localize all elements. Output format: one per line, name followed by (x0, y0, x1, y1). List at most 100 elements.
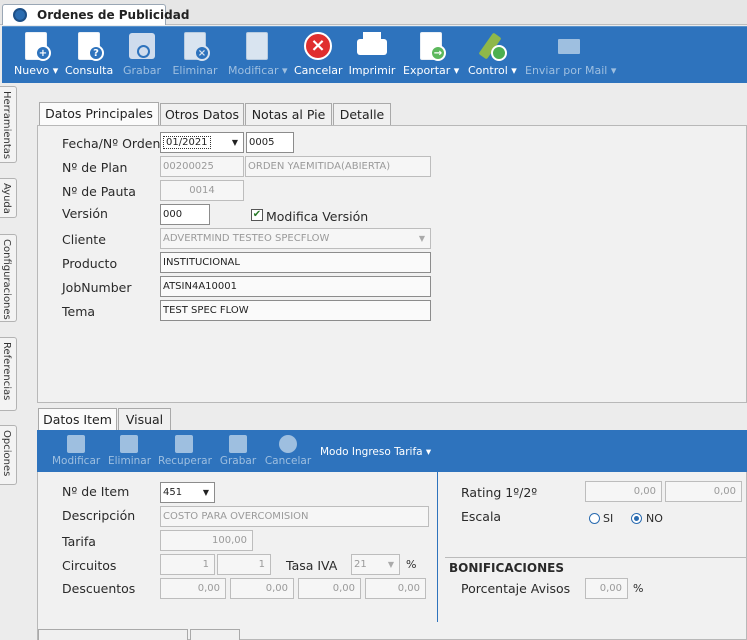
circuitos-input-2[interactable]: 1 (217, 554, 271, 575)
item-recuperar-button[interactable]: Recuperar (158, 435, 212, 471)
bottom-tab-1[interactable] (38, 629, 188, 640)
sidebar-item-configuraciones[interactable]: Configuraciones (0, 234, 17, 322)
descripcion-input[interactable]: COSTO PARA OVERCOMISION (160, 506, 429, 527)
tab-detalle[interactable]: Detalle (333, 103, 391, 127)
plan-input[interactable]: 00200025 (160, 156, 244, 177)
descuento-input-1[interactable]: 0,00 (160, 578, 226, 599)
grabar-label: Grabar (122, 64, 162, 77)
mail-icon (550, 31, 584, 61)
modificar-label: Modificar (228, 64, 279, 77)
side-panel: Herramientas Ayuda Configuraciones Refer… (0, 83, 17, 640)
fecha-select[interactable]: 01/2021 ▼ (160, 132, 244, 153)
tasa-iva-select[interactable]: 21 ▼ (351, 554, 400, 575)
cliente-value: ADVERTMIND TESTEO SPECFLOW (163, 233, 330, 244)
sidebar-item-opciones[interactable]: Opciones (0, 425, 17, 485)
cliente-label: Cliente (62, 232, 106, 247)
consulta-button[interactable]: ? Consulta (65, 31, 113, 81)
nro-item-value: 451 (163, 487, 183, 498)
eliminar-label: Eliminar (172, 64, 218, 77)
descuento-input-4[interactable]: 0,00 (365, 578, 426, 599)
imprimir-label: Imprimir (348, 64, 396, 77)
sidebar-item-ayuda[interactable]: Ayuda (0, 178, 17, 218)
escala-si-radio[interactable] (589, 513, 600, 524)
plan-label: Nº de Plan (62, 160, 128, 175)
rating-input-2[interactable]: 0,00 (665, 481, 742, 502)
bottom-tab-2[interactable] (190, 629, 240, 640)
bonificaciones-divider (445, 557, 747, 558)
escala-si-label: SI (603, 512, 614, 525)
descuentos-label: Descuentos (62, 581, 136, 596)
item-cancelar-button[interactable]: Cancelar (264, 435, 312, 471)
porcentaje-avisos-label: Porcentaje Avisos (461, 581, 571, 596)
porcentaje-avisos-input[interactable]: 0,00 (585, 578, 628, 599)
delete-icon (120, 435, 138, 453)
delete-document-icon: × (178, 31, 212, 61)
tab-datos-item[interactable]: Datos Item (38, 408, 117, 431)
nuevo-button[interactable]: + Nuevo ▾ (14, 31, 58, 81)
descuento-input-3[interactable]: 0,00 (298, 578, 361, 599)
sidebar-item-herramientas[interactable]: Herramientas (0, 86, 17, 163)
imprimir-button[interactable]: Imprimir (348, 31, 396, 81)
rating-input-1[interactable]: 0,00 (585, 481, 662, 502)
sidebar-item-referencias[interactable]: Referencias (0, 337, 17, 411)
escala-no-label: NO (646, 512, 663, 525)
circuitos-input-1[interactable]: 1 (160, 554, 215, 575)
item-eliminar-button[interactable]: Eliminar (108, 435, 151, 471)
tarifa-input[interactable]: 100,00 (160, 530, 253, 551)
bonificaciones-title: BONIFICACIONES (449, 561, 564, 575)
modificar-button[interactable]: Modificar ▾ (228, 31, 288, 81)
control-pen-icon (475, 31, 509, 61)
control-label: Control (468, 64, 508, 77)
chevron-down-icon: ▼ (202, 488, 210, 497)
chevron-down-icon: ▼ (231, 138, 239, 147)
pauta-label: Nº de Pauta (62, 184, 136, 199)
modifica-version-checkbox[interactable]: ✔ (251, 209, 263, 221)
fecha-label: Fecha/Nº Orden (62, 136, 161, 151)
jobnumber-input[interactable]: ATSIN4A10001 (160, 276, 431, 297)
control-button[interactable]: Control ▾ (468, 31, 517, 81)
descripcion-label: Descripción (62, 508, 136, 523)
app-logo-icon (13, 8, 27, 22)
cliente-select[interactable]: ADVERTMIND TESTEO SPECFLOW ▼ (160, 228, 431, 249)
tasa-iva-value: 21 (354, 559, 367, 570)
chevron-down-icon: ▼ (387, 560, 395, 569)
save-disk-icon (125, 31, 159, 61)
consulta-label: Consulta (65, 64, 114, 77)
grabar-button[interactable]: Grabar (121, 31, 163, 81)
document-tab-ordenes[interactable]: Ordenes de Publicidad (2, 4, 189, 25)
modifica-version-label: Modifica Versión (266, 209, 369, 224)
item-grabar-button[interactable]: Grabar (219, 435, 257, 471)
item-toolbar: Modificar Eliminar Recuperar Grabar Canc… (37, 430, 747, 472)
modo-ingreso-tarifa-dropdown[interactable]: Modo Ingreso Tarifa ▾ (320, 446, 431, 458)
porcentaje-unit: % (633, 582, 644, 595)
item-modificar-button[interactable]: Modificar (52, 435, 100, 471)
producto-input[interactable]: INSTITUCIONAL (160, 252, 431, 273)
cancel-icon (279, 435, 297, 453)
rating-label: Rating 1º/2º (461, 485, 538, 500)
escala-no-radio[interactable] (631, 513, 642, 524)
tab-visual[interactable]: Visual (118, 408, 171, 431)
eliminar-button[interactable]: × Eliminar (172, 31, 218, 81)
orden-input[interactable]: 0005 (246, 132, 294, 153)
nro-item-select[interactable]: 451 ▼ (160, 482, 215, 503)
edit-document-icon (240, 31, 274, 61)
escala-label: Escala (461, 509, 502, 524)
circuitos-label: Circuitos (62, 558, 117, 573)
tab-notas-al-pie[interactable]: Notas al Pie (245, 103, 332, 127)
cancelar-button[interactable]: × Cancelar (294, 31, 343, 81)
tab-otros-datos[interactable]: Otros Datos (160, 103, 244, 127)
descuento-input-2[interactable]: 0,00 (230, 578, 294, 599)
producto-label: Producto (62, 256, 118, 271)
pauta-input[interactable]: 0014 (160, 180, 244, 201)
version-input[interactable]: 000 (160, 204, 210, 225)
recover-icon (175, 435, 193, 453)
version-label: Versión (62, 206, 108, 221)
tab-datos-principales[interactable]: Datos Principales (39, 102, 159, 127)
cancel-icon: × (301, 31, 335, 61)
export-document-icon: → (414, 31, 448, 61)
exportar-button[interactable]: → Exportar ▾ (403, 31, 459, 81)
nro-item-label: Nº de Item (62, 484, 130, 499)
tarifa-label: Tarifa (62, 534, 96, 549)
enviar-mail-button[interactable]: Enviar por Mail ▾ (525, 31, 616, 81)
tema-input[interactable]: TEST SPEC FLOW (160, 300, 431, 321)
